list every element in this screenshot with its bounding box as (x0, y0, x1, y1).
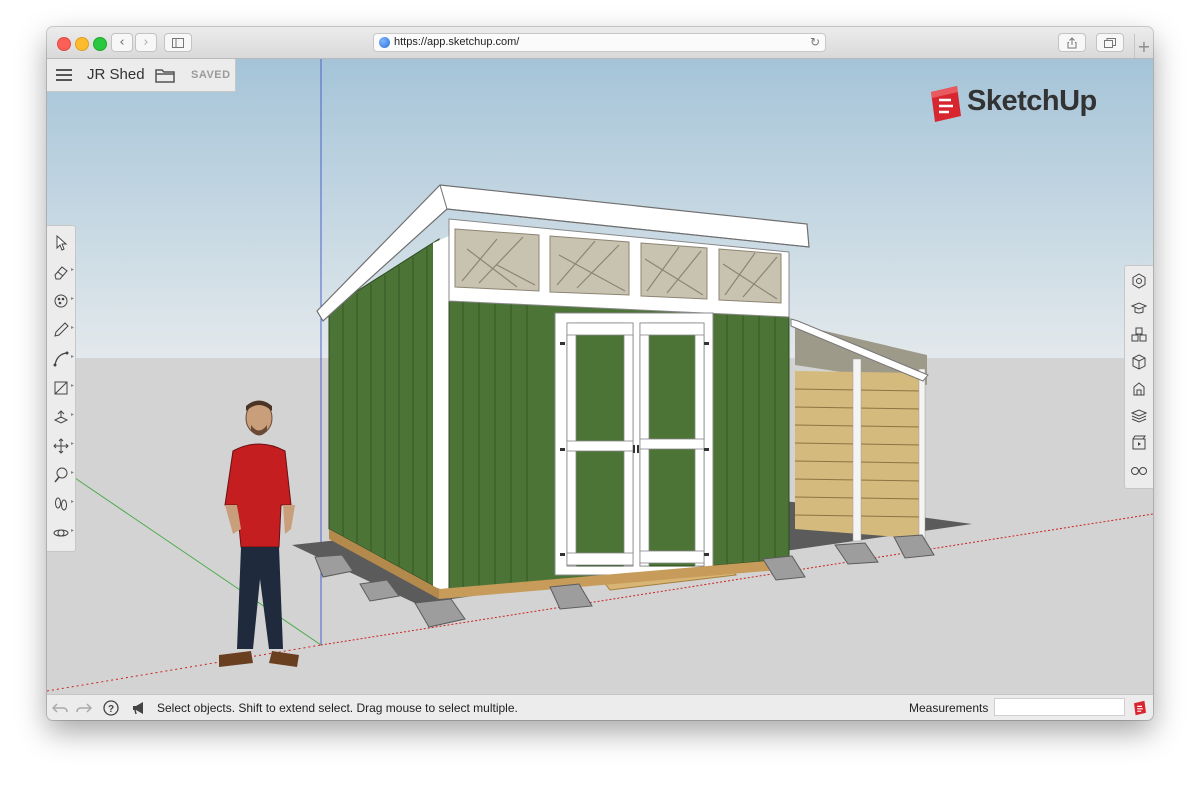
sidebar-toggle-button[interactable] (164, 33, 192, 52)
globe-icon (379, 37, 390, 48)
svg-text:?: ? (108, 704, 114, 715)
share-icon (1067, 36, 1077, 48)
scenes-panel[interactable] (1130, 434, 1148, 452)
move-tool[interactable] (52, 437, 70, 455)
browser-window: ‹ › https://app.sketchup.com/ ↻ + JR She… (47, 27, 1153, 720)
components-icon (1131, 327, 1147, 342)
redo-icon (76, 703, 92, 713)
minimize-window-button[interactable] (75, 37, 89, 51)
push-pull-tool[interactable] (52, 408, 70, 426)
transom-window-1 (454, 228, 540, 292)
redo-button[interactable] (76, 700, 92, 716)
walk-tool[interactable] (52, 495, 70, 513)
eraser-tool[interactable] (52, 263, 70, 281)
paint-bucket-tool[interactable] (52, 292, 70, 310)
glasses-icon (1131, 467, 1147, 475)
display-panel[interactable] (1130, 461, 1148, 479)
left-toolbar: ▸ ▸ ▸ ▸ ▸ ▸ ▸ ▸ ▸ ▸ (47, 225, 76, 552)
line-tool[interactable] (52, 321, 70, 339)
footprints-icon (55, 497, 67, 511)
styles-panel[interactable] (1130, 380, 1148, 398)
save-status: SAVED (191, 69, 231, 81)
arc-icon (53, 351, 69, 367)
measurements-label: Measurements (909, 701, 989, 715)
layers-icon (1131, 409, 1147, 423)
pencil-icon (54, 322, 69, 337)
arc-tool[interactable] (52, 350, 70, 368)
mortarboard-icon (1131, 302, 1147, 314)
zoom-window-button[interactable] (93, 37, 107, 51)
sketchup-small-icon (1134, 700, 1146, 716)
materials-panel[interactable] (1130, 353, 1148, 371)
right-toolbar (1124, 265, 1153, 489)
paint-icon (54, 294, 68, 308)
tabs-overview-button[interactable] (1096, 33, 1124, 52)
reload-icon[interactable]: ↻ (810, 35, 820, 49)
status-hint: Select objects. Shift to extend select. … (157, 701, 518, 715)
transom-window-3 (640, 242, 708, 300)
eraser-icon (54, 266, 68, 280)
tabs-icon (1104, 37, 1116, 48)
megaphone-icon (133, 702, 143, 715)
document-header: JR Shed SAVED (47, 59, 236, 92)
new-tab-button[interactable]: + (1134, 34, 1153, 58)
chevron-right-icon: › (143, 35, 149, 50)
rectangle-tool[interactable] (52, 379, 70, 397)
select-tool[interactable] (52, 234, 70, 252)
back-button[interactable]: ‹ (111, 33, 133, 52)
close-window-button[interactable] (57, 37, 71, 51)
browser-title-bar: ‹ › https://app.sketchup.com/ ↻ + (47, 27, 1153, 59)
status-bar: ? Select objects. Shift to extend select… (47, 694, 1153, 720)
url-text: https://app.sketchup.com/ (394, 36, 520, 48)
scene-canvas[interactable] (47, 59, 1153, 694)
components-panel[interactable] (1130, 326, 1148, 344)
sketchup-logo: SketchUp (927, 84, 1097, 124)
entity-info-panel[interactable] (1130, 272, 1148, 290)
help-icon: ? (103, 700, 119, 716)
modeling-viewport[interactable] (47, 59, 1153, 694)
tape-measure-tool[interactable] (52, 466, 70, 484)
push-pull-icon (53, 410, 69, 424)
rectangle-icon (54, 381, 68, 395)
layers-panel[interactable] (1130, 407, 1148, 425)
entity-info-icon (1132, 273, 1146, 289)
woodshed-post-right (918, 368, 926, 542)
instructor-panel[interactable] (1130, 299, 1148, 317)
undo-icon (52, 703, 68, 713)
sketchup-logo-text: SketchUp (967, 85, 1097, 117)
orbit-tool[interactable] (52, 524, 70, 542)
shed-left-trim (433, 235, 451, 592)
styles-icon (1133, 382, 1145, 396)
address-bar[interactable]: https://app.sketchup.com/ ↻ (373, 33, 826, 52)
sketchup-status-icon[interactable] (1132, 700, 1148, 716)
scenes-icon (1132, 435, 1146, 450)
woodshed-post-left (852, 358, 862, 542)
instructor-hint-icon (131, 700, 147, 716)
move-icon (53, 438, 69, 454)
sketchup-logo-icon (931, 86, 961, 122)
chevron-left-icon: ‹ (119, 35, 125, 50)
sidebar-icon (172, 37, 184, 48)
undo-button[interactable] (52, 700, 68, 716)
orbit-icon (53, 529, 69, 537)
help-button[interactable]: ? (103, 700, 119, 716)
arrow-icon (56, 235, 68, 251)
forward-button[interactable]: › (135, 33, 157, 52)
tape-icon (54, 467, 68, 483)
materials-icon (1132, 354, 1146, 370)
menu-icon[interactable] (56, 69, 72, 81)
measurements-input[interactable] (994, 698, 1125, 716)
share-button[interactable] (1058, 33, 1086, 52)
document-title[interactable]: JR Shed (87, 66, 145, 83)
folder-icon[interactable] (155, 66, 177, 84)
